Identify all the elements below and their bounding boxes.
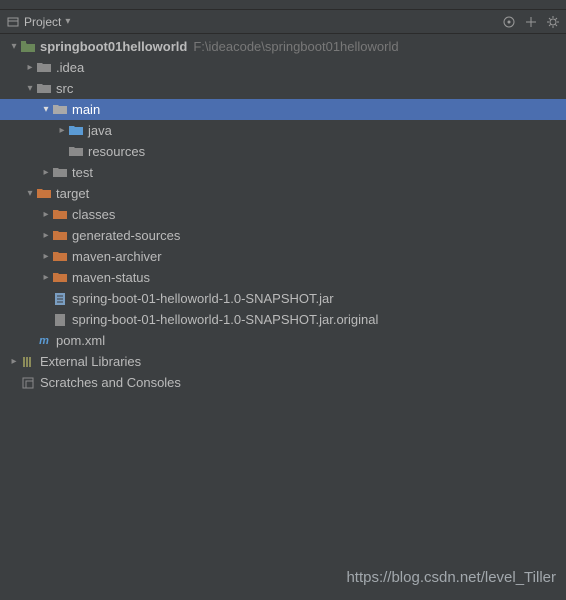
tree-node-pom[interactable]: ▸ m pom.xml — [0, 330, 566, 351]
maven-file-icon: m — [36, 333, 52, 349]
tree-label: test — [72, 165, 93, 180]
chevron-down-icon[interactable]: ▾ — [24, 188, 36, 199]
tree-label: target — [56, 186, 89, 201]
tree-node-test[interactable]: ▸ test — [0, 162, 566, 183]
tree-label: External Libraries — [40, 354, 141, 369]
folder-icon — [52, 228, 68, 244]
folder-icon — [52, 207, 68, 223]
chevron-right-icon[interactable]: ▸ — [40, 251, 52, 262]
folder-icon — [36, 186, 52, 202]
toolbar-left: Project ▾ — [6, 15, 70, 29]
dropdown-arrow-icon[interactable]: ▾ — [65, 16, 70, 27]
tree-node-target[interactable]: ▾ target — [0, 183, 566, 204]
tree-label: classes — [72, 207, 115, 222]
tree-label: Scratches and Consoles — [40, 375, 181, 390]
tree-label: springboot01helloworld — [40, 39, 187, 54]
file-icon — [52, 312, 68, 328]
tree-node-maven-status[interactable]: ▸ maven-status — [0, 267, 566, 288]
folder-icon — [52, 249, 68, 265]
folder-icon — [36, 60, 52, 76]
tree-node-jar2[interactable]: ▸ spring-boot-01-helloworld-1.0-SNAPSHOT… — [0, 309, 566, 330]
folder-icon — [52, 270, 68, 286]
chevron-right-icon[interactable]: ▸ — [8, 356, 20, 367]
top-divider — [0, 0, 566, 10]
gear-icon[interactable] — [546, 15, 560, 29]
chevron-right-icon[interactable]: ▸ — [24, 62, 36, 73]
project-icon — [6, 15, 20, 29]
tree-node-jar1[interactable]: ▸ spring-boot-01-helloworld-1.0-SNAPSHOT… — [0, 288, 566, 309]
tree-label: src — [56, 81, 73, 96]
tree-node-maven-archiver[interactable]: ▸ maven-archiver — [0, 246, 566, 267]
project-tree: ▾ springboot01helloworld F:\ideacode\spr… — [0, 34, 566, 393]
tree-label: java — [88, 123, 112, 138]
tree-label: resources — [88, 144, 145, 159]
tree-label: maven-archiver — [72, 249, 162, 264]
project-folder-icon — [20, 39, 36, 55]
folder-icon — [36, 81, 52, 97]
tree-node-generated-sources[interactable]: ▸ generated-sources — [0, 225, 566, 246]
chevron-right-icon[interactable]: ▸ — [40, 272, 52, 283]
tree-path-hint: F:\ideacode\springboot01helloworld — [193, 39, 398, 54]
folder-icon — [52, 102, 68, 118]
tree-node-idea[interactable]: ▸ .idea — [0, 57, 566, 78]
target-icon[interactable] — [502, 15, 516, 29]
folder-icon — [68, 123, 84, 139]
chevron-right-icon[interactable]: ▸ — [56, 125, 68, 136]
folder-icon — [68, 144, 84, 160]
tree-label: spring-boot-01-helloworld-1.0-SNAPSHOT.j… — [72, 312, 378, 327]
folder-icon — [52, 165, 68, 181]
library-icon — [20, 354, 36, 370]
tree-node-classes[interactable]: ▸ classes — [0, 204, 566, 225]
chevron-down-icon[interactable]: ▾ — [40, 104, 52, 115]
tree-node-src[interactable]: ▾ src — [0, 78, 566, 99]
chevron-right-icon[interactable]: ▸ — [40, 230, 52, 241]
project-label[interactable]: Project — [24, 15, 61, 29]
project-toolbar: Project ▾ — [0, 10, 566, 34]
jar-file-icon — [52, 291, 68, 307]
chevron-down-icon[interactable]: ▾ — [8, 41, 20, 52]
tree-label: main — [72, 102, 100, 117]
tree-node-project-root[interactable]: ▾ springboot01helloworld F:\ideacode\spr… — [0, 36, 566, 57]
tree-label: .idea — [56, 60, 84, 75]
toolbar-right — [502, 15, 560, 29]
tree-label: generated-sources — [72, 228, 180, 243]
scratches-icon — [20, 375, 36, 391]
collapse-icon[interactable] — [524, 15, 538, 29]
chevron-down-icon[interactable]: ▾ — [24, 83, 36, 94]
tree-node-resources[interactable]: ▸ resources — [0, 141, 566, 162]
tree-label: maven-status — [72, 270, 150, 285]
tree-node-external-libraries[interactable]: ▸ External Libraries — [0, 351, 566, 372]
tree-label: pom.xml — [56, 333, 105, 348]
chevron-right-icon[interactable]: ▸ — [40, 167, 52, 178]
tree-node-scratches[interactable]: ▸ Scratches and Consoles — [0, 372, 566, 393]
tree-node-java[interactable]: ▸ java — [0, 120, 566, 141]
watermark-text: https://blog.csdn.net/level_Tiller — [346, 569, 556, 586]
tree-label: spring-boot-01-helloworld-1.0-SNAPSHOT.j… — [72, 291, 334, 306]
tree-node-main[interactable]: ▾ main — [0, 99, 566, 120]
chevron-right-icon[interactable]: ▸ — [40, 209, 52, 220]
